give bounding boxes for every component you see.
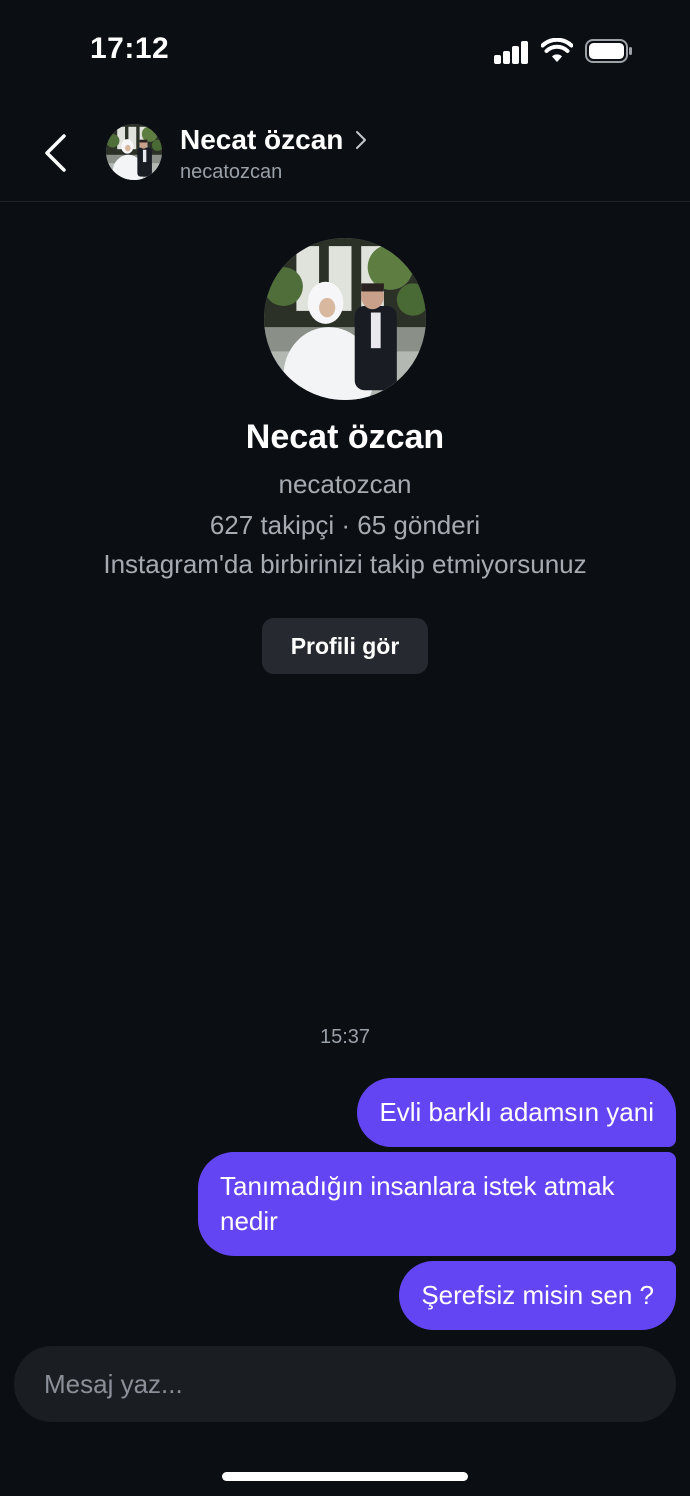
header-name: Necat özcan [180,124,344,155]
status-time: 17:12 [90,32,170,65]
view-profile-button[interactable]: Profili gör [261,618,429,674]
message-bubble[interactable]: Evli barklı adamsın yani [357,1078,676,1147]
follow-status: Instagram'da birbirinizi takip etmiyorsu… [103,549,587,579]
message-bubble[interactable]: Tanımadığın insanlara istek atmak nedir [198,1152,676,1256]
message-timestamp: 15:37 [319,1026,371,1048]
header-username: necatozcan [180,161,283,183]
profile-username: necatozcan [278,469,412,499]
chevron-left-icon [45,134,66,172]
message-composer [14,1346,676,1422]
header-avatar[interactable] [106,124,162,180]
profile-avatar[interactable] [264,238,426,400]
chevron-right-icon [356,131,367,149]
status-bar: 17:12 [0,0,690,100]
battery-icon [585,39,632,63]
back-button[interactable] [30,128,80,178]
dm-screen: 17:12 Necat özcan necatozcan Necat özcan… [0,0,690,1496]
profile-card: Necat özcan necatozcan 627 takipçi · 65 … [0,238,690,674]
header-profile-link[interactable]: Necat özcan [180,124,367,156]
chat-header: Necat özcan necatozcan [0,100,690,202]
message-input[interactable] [44,1368,676,1400]
profile-name: Necat özcan [245,418,445,456]
home-indicator[interactable] [222,1472,468,1481]
message-list: Evli barklı adamsın yani Tanımadığın ins… [156,1078,676,1330]
cellular-signal-icon [494,40,530,64]
profile-stats: 627 takipçi · 65 gönderi [209,510,481,540]
message-bubble[interactable]: Şerefsiz misin sen ? [399,1261,676,1330]
wifi-icon [541,38,573,62]
